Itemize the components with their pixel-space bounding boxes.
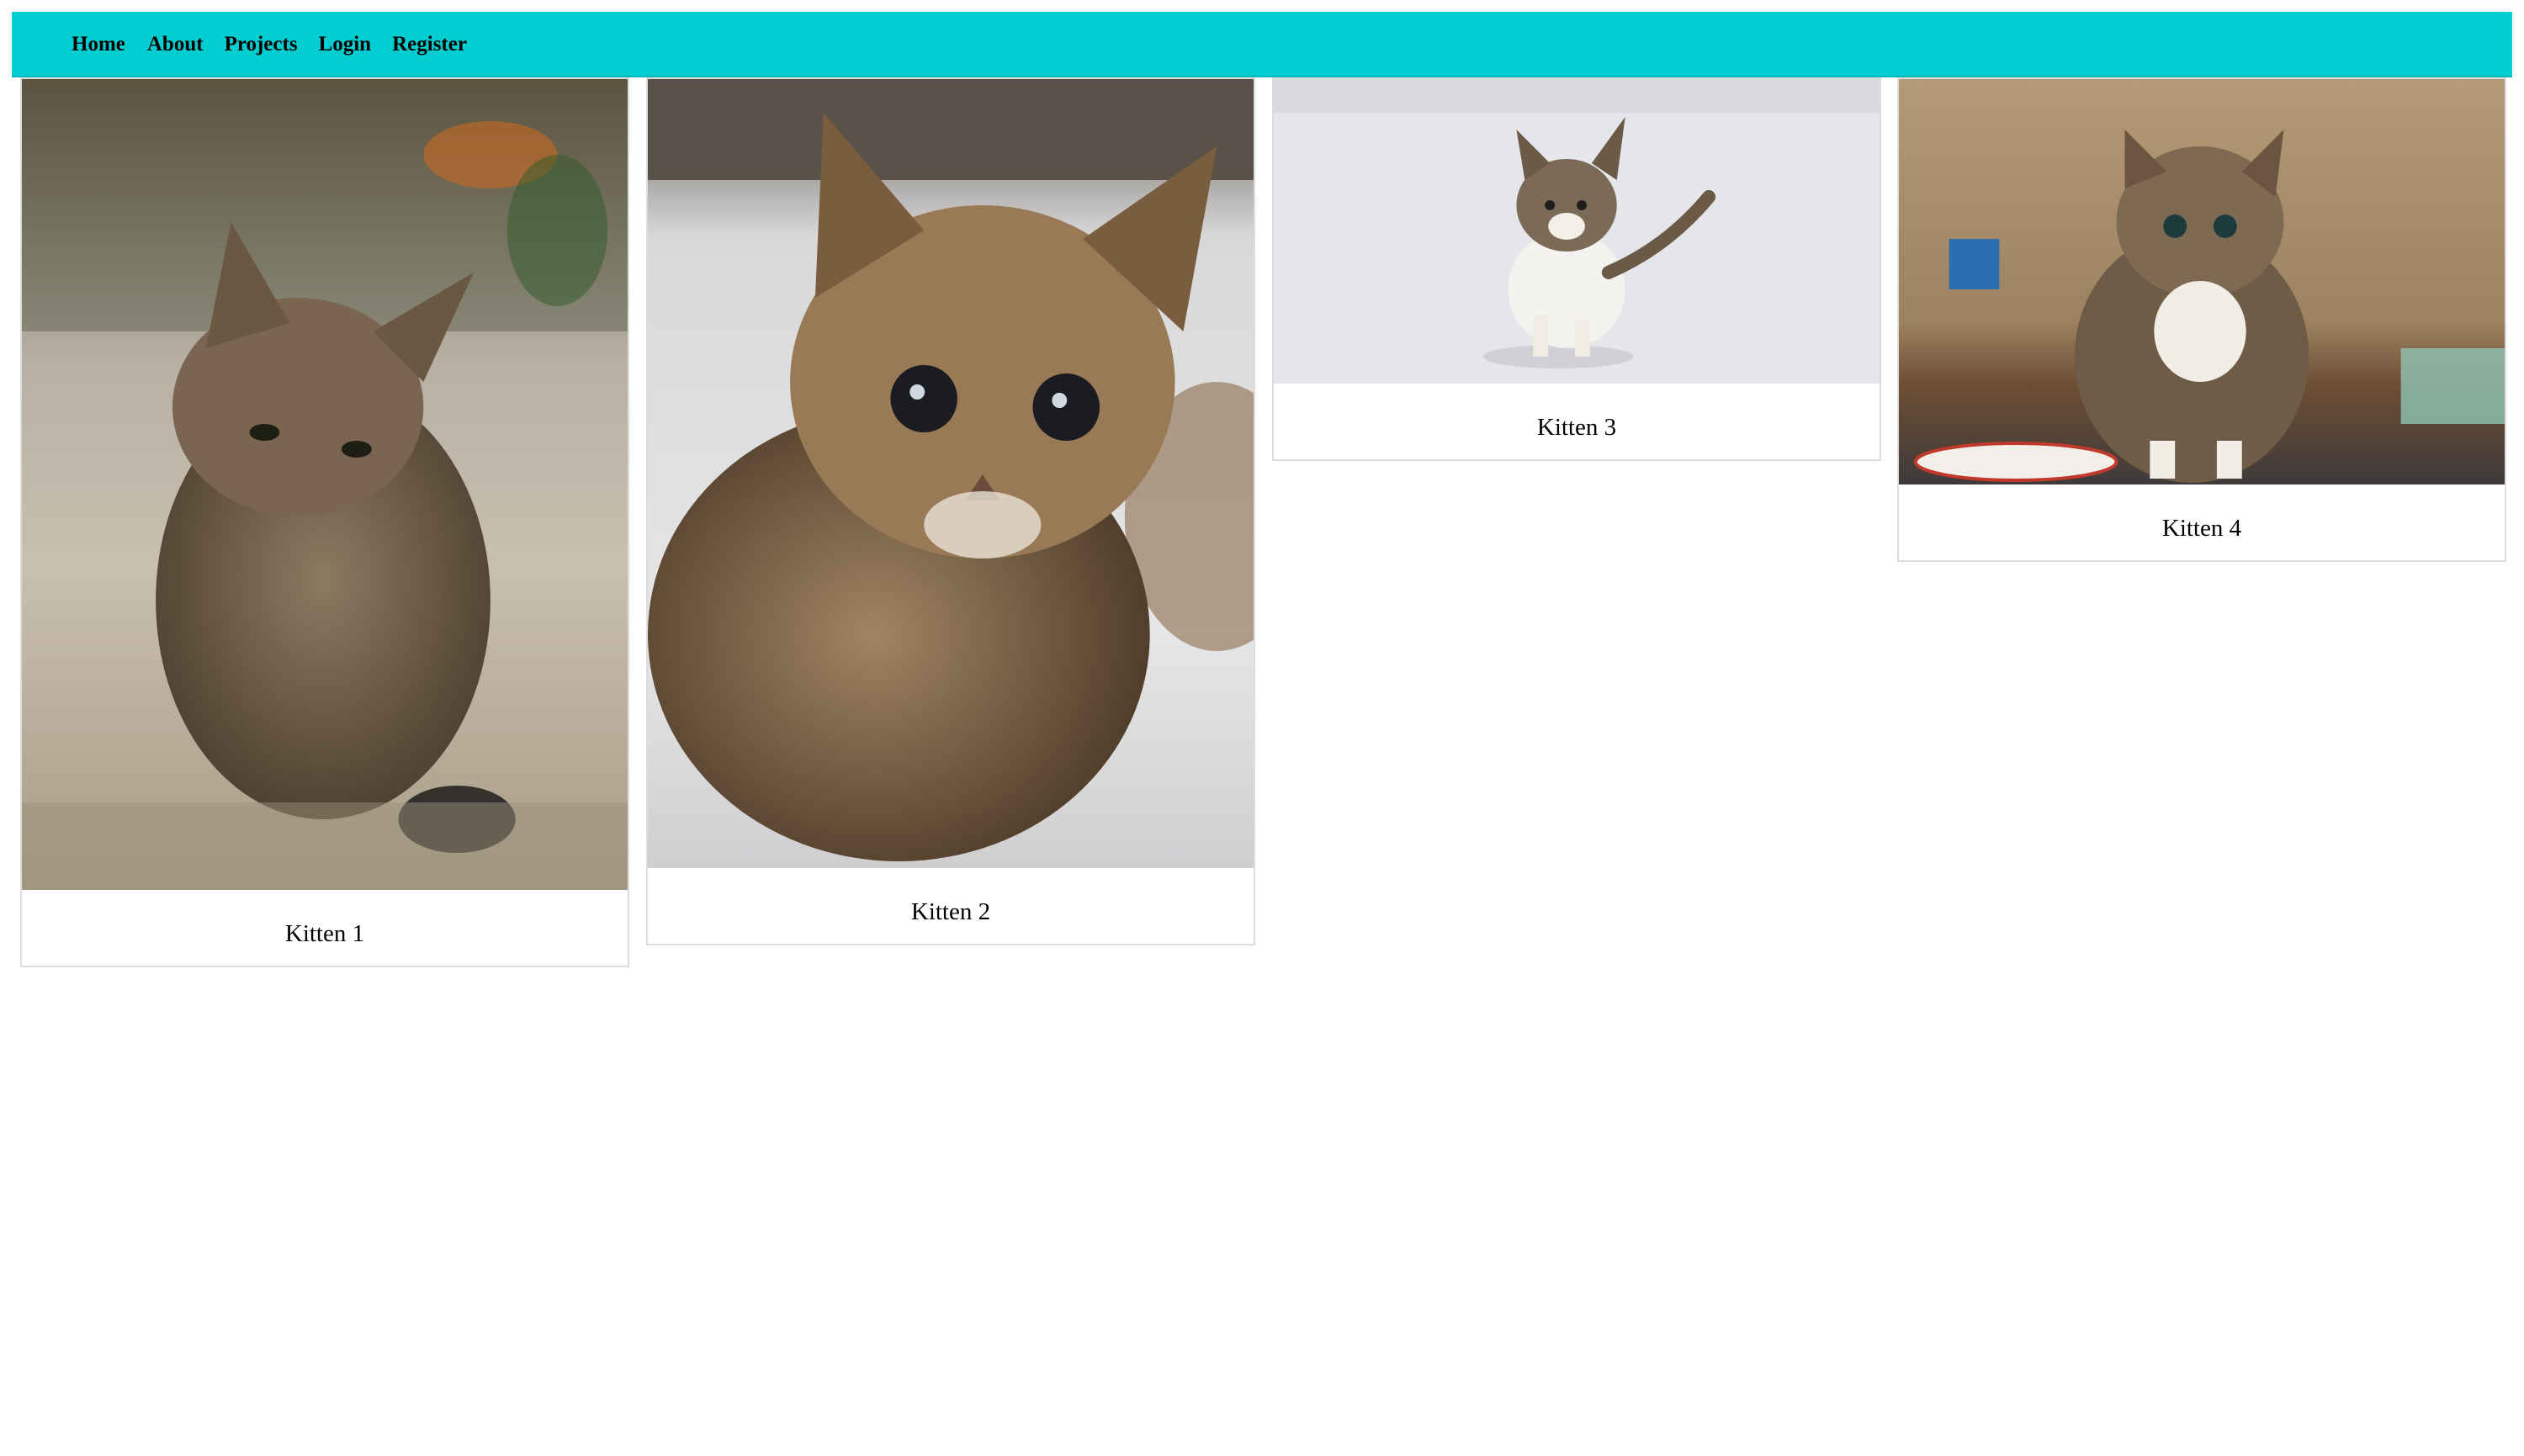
nav-link-projects[interactable]: Projects xyxy=(225,12,298,77)
card-caption: Kitten 2 xyxy=(910,898,991,925)
nav-item-projects: Projects xyxy=(204,12,298,77)
nav-item-about: About xyxy=(125,12,204,77)
nav-item-login: Login xyxy=(298,12,372,77)
page: Home About Projects Login Register Kitte… xyxy=(0,0,2524,1456)
card-caption: Kitten 1 xyxy=(284,920,365,947)
nav-menu: Home About Projects Login Register xyxy=(12,12,467,77)
gallery-card: Kitten 3 xyxy=(1272,77,1881,461)
kitten-photo xyxy=(1274,79,1880,384)
kitten-photo xyxy=(1899,79,2505,484)
nav-link-register[interactable]: Register xyxy=(392,12,467,77)
card-caption: Kitten 3 xyxy=(1536,414,1617,441)
gallery-card: Kitten 2 xyxy=(646,77,1255,945)
nav-link-login[interactable]: Login xyxy=(319,12,372,77)
kitten-photo xyxy=(648,79,1254,868)
nav-item-register: Register xyxy=(371,12,467,77)
kitten-photo xyxy=(22,79,628,890)
nav-link-about[interactable]: About xyxy=(147,12,204,77)
navbar: Home About Projects Login Register xyxy=(12,12,2512,77)
gallery-card: Kitten 4 xyxy=(1897,77,2506,562)
nav-link-home[interactable]: Home xyxy=(72,12,125,77)
nav-item-home: Home xyxy=(12,12,125,77)
gallery-card: Kitten 1 xyxy=(20,77,629,967)
card-caption: Kitten 4 xyxy=(2161,515,2242,542)
